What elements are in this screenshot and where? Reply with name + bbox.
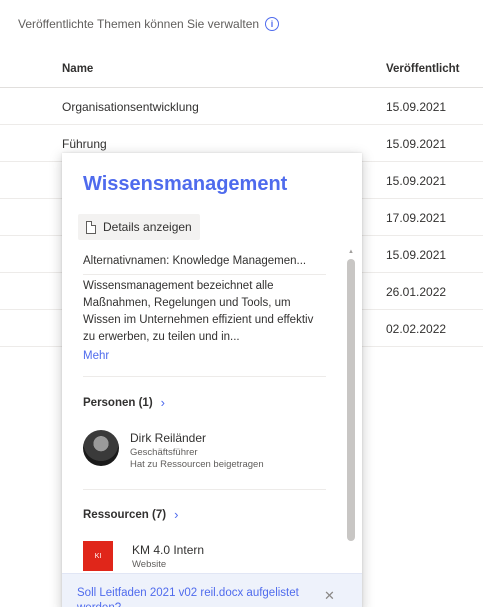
row-date: 15.09.2021: [386, 100, 447, 114]
person-role: Geschäftsführer: [130, 447, 198, 458]
details-button-label: Details anzeigen: [103, 220, 192, 234]
row-date: 15.09.2021: [386, 137, 447, 151]
chevron-right-icon: ›: [174, 507, 179, 522]
row-date: 15.09.2021: [386, 174, 447, 188]
row-name[interactable]: Führung: [62, 137, 107, 151]
topic-hover-card: Wissensmanagement Details anzeigen Alter…: [62, 153, 362, 607]
suggestion-text[interactable]: Soll Leitfaden 2021 v02 reil.docx aufgel…: [77, 586, 317, 607]
page-header: Veröffentlichte Themen können Sie verwal…: [18, 17, 280, 31]
avatar[interactable]: [83, 430, 119, 466]
people-section-title: Personen (1): [83, 396, 153, 409]
row-date: 26.01.2022: [386, 285, 447, 299]
column-header-published[interactable]: Veröffentlicht: [386, 63, 459, 75]
scrollbar-thumb[interactable]: [347, 259, 355, 541]
divider: [83, 274, 326, 275]
details-button[interactable]: Details anzeigen: [78, 214, 200, 240]
more-link[interactable]: Mehr: [83, 350, 109, 362]
list-header: Name Veröffentlicht: [0, 48, 483, 88]
row-date: 15.09.2021: [386, 248, 447, 262]
resource-thumbnail[interactable]: KI: [83, 541, 113, 571]
card-scrollbar[interactable]: ▲: [345, 245, 357, 585]
chevron-right-icon: ›: [160, 395, 166, 410]
row-date: 17.09.2021: [386, 211, 447, 225]
header-text: Veröffentlichte Themen können Sie verwal…: [18, 17, 260, 31]
document-icon: [86, 220, 96, 234]
person-name[interactable]: Dirk Reiländer: [130, 431, 206, 445]
info-icon[interactable]: i: [265, 17, 280, 31]
row-name[interactable]: Organisationsentwicklung: [62, 100, 199, 114]
people-section-header[interactable]: Personen (1) ›: [83, 395, 165, 410]
card-scroll-area[interactable]: Alternativnamen: Knowledge Managemen... …: [62, 245, 362, 607]
divider: [83, 489, 326, 490]
scroll-up-icon[interactable]: ▲: [348, 249, 354, 255]
resource-thumbnail-label: KI: [94, 552, 102, 560]
alternative-names: Alternativnamen: Knowledge Managemen...: [83, 255, 307, 267]
close-icon[interactable]: ✕: [324, 588, 335, 604]
divider: [83, 376, 326, 377]
resources-section-title: Ressourcen (7): [83, 508, 167, 521]
table-row[interactable]: Organisationsentwicklung 15.09.2021: [0, 88, 483, 125]
card-title[interactable]: Wissensmanagement: [83, 173, 287, 196]
resource-name[interactable]: KM 4.0 Intern: [132, 543, 204, 557]
row-date: 02.02.2022: [386, 322, 447, 336]
person-note: Hat zu Ressourcen beigetragen: [130, 459, 264, 470]
column-header-name[interactable]: Name: [62, 63, 93, 75]
resource-type: Website: [132, 559, 167, 570]
topic-description: Wissensmanagement bezeichnet alle Maßnah…: [83, 280, 314, 343]
resources-section-header[interactable]: Ressourcen (7) ›: [83, 507, 178, 522]
suggestion-banner: Soll Leitfaden 2021 v02 reil.docx aufgel…: [62, 573, 362, 607]
